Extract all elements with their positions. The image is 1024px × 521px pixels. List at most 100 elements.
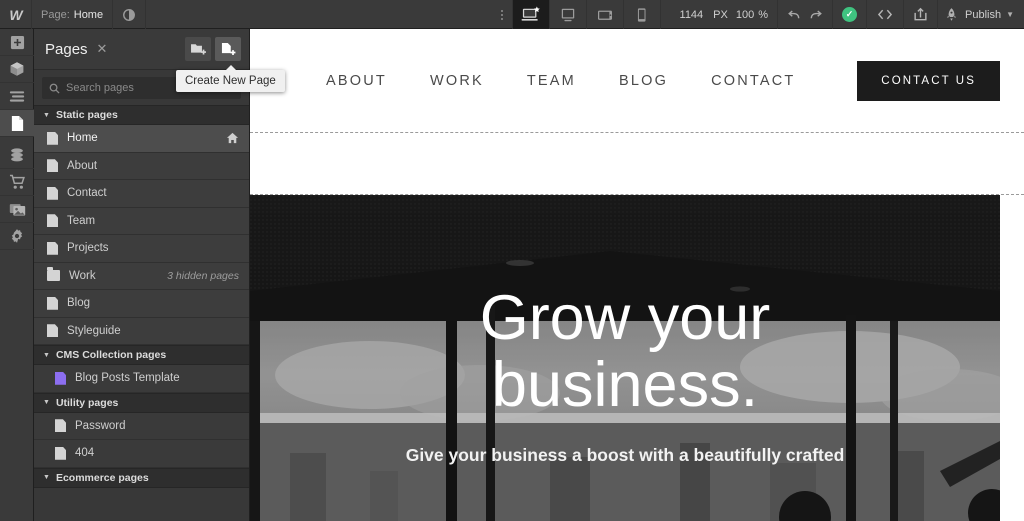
site-navbar[interactable]: ABOUT WORK TEAM BLOG CONTACT CONTACT US bbox=[250, 29, 1024, 132]
file-icon bbox=[47, 159, 58, 173]
empty-selected-section[interactable] bbox=[250, 132, 1024, 195]
page-row-team[interactable]: Team bbox=[34, 207, 249, 235]
top-toolbar: W Page: Home 1144 PX 100 % ✓ Publish ▼ bbox=[0, 0, 1024, 29]
current-page-name: Home bbox=[73, 8, 104, 21]
export-button[interactable] bbox=[904, 0, 938, 29]
undo-button[interactable] bbox=[778, 0, 805, 29]
nav-link-team[interactable]: TEAM bbox=[527, 73, 576, 89]
home-icon bbox=[226, 133, 239, 144]
rocket-icon bbox=[946, 8, 957, 21]
file-icon-purple bbox=[55, 371, 66, 385]
breakpoint-desktop[interactable] bbox=[512, 0, 550, 29]
tablet-landscape-icon bbox=[597, 10, 612, 20]
page-row-work-folder[interactable]: Work 3 hidden pages bbox=[34, 262, 249, 290]
page-row-blog-posts-template[interactable]: Blog Posts Template bbox=[34, 365, 249, 393]
chevron-down-icon: ▼ bbox=[1006, 10, 1014, 19]
nav-link-work[interactable]: WORK bbox=[430, 73, 484, 89]
breakpoint-tablet-landscape[interactable] bbox=[587, 0, 624, 29]
page-label: Blog bbox=[67, 297, 91, 310]
canvas-options-button[interactable] bbox=[492, 0, 513, 29]
site-nav-links: ABOUT WORK TEAM BLOG CONTACT bbox=[326, 73, 795, 89]
hero-section[interactable]: Grow your business. Give your business a… bbox=[250, 195, 1000, 521]
more-vertical-icon bbox=[500, 9, 503, 20]
canvas-zoom-unit: % bbox=[758, 8, 768, 21]
design-canvas[interactable]: ABOUT WORK TEAM BLOG CONTACT CONTACT US bbox=[250, 29, 1024, 521]
breakpoint-mobile[interactable] bbox=[624, 0, 661, 29]
canvas-width-unit: PX bbox=[713, 8, 728, 21]
left-icon-rail bbox=[0, 29, 34, 521]
rail-item-add-elements[interactable] bbox=[0, 29, 34, 56]
pages-panel-title: Pages bbox=[45, 40, 88, 58]
nav-link-about[interactable]: ABOUT bbox=[326, 73, 387, 89]
nav-link-contact[interactable]: CONTACT bbox=[711, 73, 795, 89]
page-row-home[interactable]: Home bbox=[34, 125, 249, 153]
redo-button[interactable] bbox=[805, 0, 833, 29]
breakpoint-tablet[interactable] bbox=[550, 0, 587, 29]
webflow-logo-button[interactable]: W bbox=[0, 0, 32, 29]
create-new-folder-button[interactable] bbox=[185, 37, 211, 61]
export-icon bbox=[914, 7, 927, 21]
rail-item-assets[interactable] bbox=[0, 196, 34, 223]
eye-icon bbox=[123, 8, 136, 21]
create-new-page-button[interactable] bbox=[215, 37, 241, 61]
search-placeholder: Search pages bbox=[66, 82, 134, 94]
contact-us-button[interactable]: CONTACT US bbox=[857, 60, 1000, 101]
chevron-down-icon: ▼ bbox=[43, 399, 50, 406]
close-icon[interactable]: ✕ bbox=[97, 41, 108, 57]
page-label: 404 bbox=[75, 447, 95, 460]
undo-icon bbox=[788, 10, 800, 19]
section-label: Static pages bbox=[55, 109, 118, 121]
rail-item-components[interactable] bbox=[0, 56, 34, 83]
canvas-zoom-value: 100 bbox=[735, 8, 755, 21]
page-row-password[interactable]: Password bbox=[34, 412, 249, 440]
page-row-projects[interactable]: Projects bbox=[34, 235, 249, 263]
hero-heading: Grow your business. bbox=[479, 283, 771, 420]
preview-toggle-button[interactable] bbox=[113, 0, 147, 29]
page-label: Work bbox=[69, 269, 96, 282]
save-status-button[interactable]: ✓ bbox=[833, 0, 867, 29]
page-label: Blog Posts Template bbox=[75, 372, 180, 385]
canvas-size-indicator[interactable]: 1144 PX 100 % bbox=[661, 0, 778, 29]
page-label: About bbox=[67, 159, 98, 172]
chevron-down-icon: ▼ bbox=[43, 351, 50, 359]
rail-item-ecommerce[interactable] bbox=[0, 169, 34, 196]
images-icon bbox=[9, 203, 25, 215]
section-header-cms-collection-pages[interactable]: ▼ CMS Collection pages bbox=[34, 345, 249, 365]
file-icon bbox=[47, 214, 58, 228]
webflow-designer: W Page: Home 1144 PX 100 % ✓ Publish ▼ P… bbox=[0, 0, 1024, 521]
section-header-utility-pages[interactable]: ▼ Utility pages bbox=[34, 392, 249, 413]
folder-icon bbox=[47, 267, 60, 282]
rail-item-pages[interactable] bbox=[0, 110, 34, 137]
rail-item-settings[interactable] bbox=[0, 223, 34, 250]
rail-item-cms[interactable] bbox=[0, 142, 34, 169]
redo-icon bbox=[810, 10, 822, 19]
cart-icon bbox=[9, 174, 25, 189]
layers-icon bbox=[9, 90, 25, 102]
chevron-down-icon: ▼ bbox=[43, 474, 50, 481]
page-label: Styleguide bbox=[67, 324, 121, 337]
publish-button[interactable]: Publish ▼ bbox=[938, 0, 1024, 29]
page-row-404[interactable]: 404 bbox=[34, 440, 249, 468]
page-selector[interactable]: Page: Home bbox=[32, 0, 114, 29]
section-header-ecommerce-pages[interactable]: ▼ Ecommerce pages bbox=[34, 467, 249, 488]
cube-icon bbox=[10, 62, 24, 76]
webflow-logo: W bbox=[9, 6, 22, 23]
page-row-styleguide[interactable]: Styleguide bbox=[34, 317, 249, 345]
section-label: Ecommerce pages bbox=[55, 471, 149, 484]
page-row-contact[interactable]: Contact bbox=[34, 180, 249, 208]
canvas-width-value: 1144 bbox=[679, 8, 704, 21]
hero-content: Grow your business. Give your business a… bbox=[250, 195, 1000, 521]
check-circle-icon: ✓ bbox=[842, 7, 857, 22]
page-row-blog[interactable]: Blog bbox=[34, 290, 249, 318]
code-view-button[interactable] bbox=[867, 0, 904, 29]
page-row-about[interactable]: About bbox=[34, 152, 249, 180]
create-new-page-tooltip: Create New Page bbox=[176, 65, 285, 92]
rail-item-navigator[interactable] bbox=[0, 83, 34, 110]
file-icon bbox=[47, 131, 58, 145]
new-folder-icon bbox=[190, 44, 206, 55]
section-header-static-pages[interactable]: ▼ Static pages bbox=[34, 105, 249, 125]
page-label: Contact bbox=[67, 187, 107, 200]
mobile-icon bbox=[637, 7, 646, 22]
nav-link-blog[interactable]: BLOG bbox=[619, 73, 668, 89]
